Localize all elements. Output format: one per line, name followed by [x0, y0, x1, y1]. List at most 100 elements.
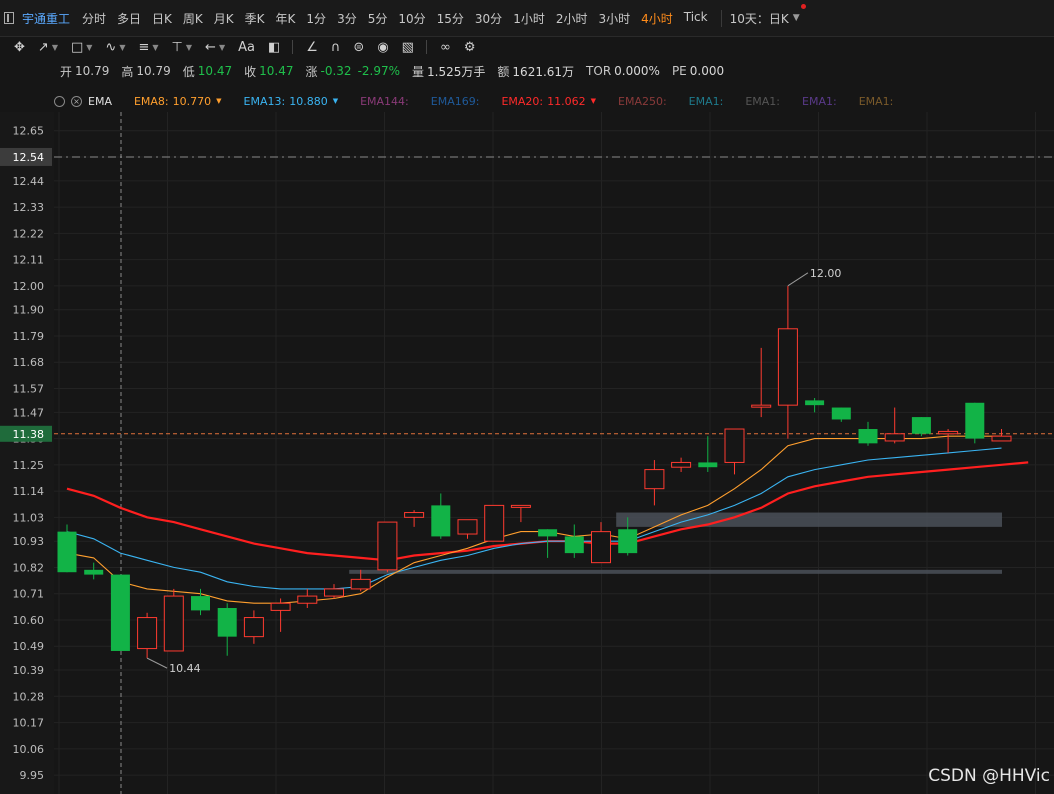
period-tab[interactable]: 15分	[437, 10, 464, 27]
period-tab[interactable]: 2小时	[556, 10, 588, 27]
period-tab[interactable]: 多日	[117, 10, 141, 27]
change-value: -0.32	[320, 64, 352, 78]
candle-body-up	[270, 602, 291, 611]
candle-body-down	[538, 529, 558, 537]
period-tab[interactable]: 1小时	[513, 10, 545, 27]
arrow-icon[interactable]: ← ▼	[205, 37, 225, 57]
candle-body-up	[324, 588, 344, 597]
open-value: 10.79	[75, 64, 110, 78]
period-tab[interactable]: 5分	[368, 10, 388, 27]
y-tick-label: 10.60	[13, 614, 45, 627]
candle-body-up	[510, 504, 531, 508]
candle-body-down	[564, 536, 584, 554]
y-tick-label: 11.79	[13, 330, 45, 343]
chevron-down-icon: ▼	[332, 97, 339, 105]
volume-value: 1.525万手	[427, 64, 486, 79]
low-value: 10.47	[197, 64, 233, 78]
ema-legend-item[interactable]: EMA1:	[689, 95, 724, 108]
period-tab[interactable]: 月K	[214, 10, 234, 27]
indicator-settings-icon[interactable]	[54, 95, 65, 107]
candle-body-up	[671, 461, 692, 468]
period-tab[interactable]: 日K	[152, 10, 172, 27]
period-tab[interactable]: 30分	[475, 10, 502, 27]
period-tab[interactable]: 10分	[398, 10, 425, 27]
high-value: 10.79	[136, 64, 171, 78]
toolbar-divider	[425, 40, 427, 54]
indicator-close-icon[interactable]: ×	[71, 95, 82, 107]
ema-legend-item[interactable]: EMA1:	[802, 95, 837, 108]
ema-label: EMA1:	[688, 94, 724, 108]
period-tab[interactable]: 3小时	[598, 10, 630, 27]
y-tick-label: 11.68	[13, 356, 45, 369]
stock-name[interactable]: 宇通重工	[22, 10, 70, 27]
ema-items: EMA8: 10.770 ▼ EMA13: 10.880 ▼ EMA144: EMA169…	[134, 95, 915, 108]
ema-legend-item[interactable]: EMA20: 11.062 ▼	[501, 95, 596, 108]
period-tab[interactable]: 季K	[245, 10, 265, 27]
ema-label: EMA1:	[745, 94, 781, 108]
ema-legend-item[interactable]: EMA169:	[431, 95, 480, 108]
ema-legend-item[interactable]: EMA144:	[360, 95, 409, 108]
pe-value: 0.000	[689, 64, 725, 78]
amount-label: 额	[497, 64, 510, 79]
link-icon[interactable]: ∞	[440, 37, 451, 57]
ema-legend-item[interactable]: EMA8: 10.770 ▼	[134, 95, 222, 108]
fib-icon[interactable]: ≡ ▼	[138, 37, 158, 57]
chevron-down-icon: ▼	[216, 97, 222, 105]
change-pct-value: -2.97%	[357, 64, 401, 78]
crosshair-price-label: 12.54	[13, 151, 45, 164]
rect-icon[interactable]: □ ▼	[71, 37, 92, 57]
candle-body-up	[884, 433, 905, 442]
candle-body-up	[991, 435, 1012, 442]
magnet-icon[interactable]: ∩	[331, 37, 341, 57]
price-chart[interactable]: 12.65 12.54 12.44 12.33 12.22 12.11 12.00 11.90…	[0, 112, 1054, 794]
period-tab[interactable]: Tick	[684, 10, 708, 27]
period-tab[interactable]: 4小时	[641, 10, 673, 27]
move-icon[interactable]: ✥	[14, 37, 25, 57]
ema-label: EMA250:	[618, 94, 667, 108]
text-icon[interactable]: Aa	[238, 37, 255, 57]
angle-icon[interactable]: ∠	[306, 37, 318, 57]
period-tab[interactable]: 3分	[337, 10, 357, 27]
close-label: 收	[244, 64, 257, 79]
drawing-toolbar: ✥ ↗ ▼ □ ▼ ∿ ▼ ≡ ▼ ⊤ ▼ ← ▼ Aa ◧ ∠ ∩ ⊜ ◉ ▧ ∞ ⚙	[0, 36, 1054, 58]
wave-icon[interactable]: ∿ ▼	[105, 37, 125, 57]
candle-body-down	[57, 531, 77, 573]
low-label: 低	[182, 64, 195, 79]
candle-body-down	[698, 462, 718, 468]
candle-body-up	[938, 430, 959, 435]
candle-body-down	[431, 505, 451, 537]
ema-value: 11.062	[547, 94, 586, 108]
y-tick-label: 10.93	[13, 535, 45, 548]
amount-value: 1621.61万	[512, 64, 575, 79]
note-icon[interactable]: ◧	[268, 37, 280, 57]
candle-body-up	[377, 521, 398, 571]
period-tab[interactable]: 年K	[276, 10, 296, 27]
ema-legend-item[interactable]: EMA1:	[745, 95, 780, 108]
price-annotation: 12.00	[810, 267, 842, 280]
y-tick-label: 10.28	[13, 690, 45, 703]
ema-label: EMA8:	[133, 94, 169, 108]
vertical-line-icon[interactable]: ⊤ ▼	[172, 37, 192, 57]
lock-icon[interactable]: ⊜	[353, 37, 364, 57]
ema-label: EMA1:	[802, 94, 837, 108]
candle-body-up	[137, 617, 158, 650]
y-tick-label: 9.95	[20, 769, 45, 782]
trend-line-icon[interactable]: ↗ ▼	[38, 37, 58, 57]
stock-list-icon[interactable]	[4, 12, 14, 24]
trash-icon[interactable]: ▧	[402, 37, 414, 57]
settings-icon[interactable]: ⚙	[464, 37, 476, 57]
close-value: 10.47	[259, 64, 294, 78]
eye-icon[interactable]: ◉	[377, 37, 388, 57]
range-selector[interactable]: 10天：日K ▼	[720, 3, 806, 27]
y-tick-label: 10.71	[13, 588, 45, 601]
period-tab[interactable]: 周K	[183, 10, 203, 27]
y-tick-label: 11.25	[13, 459, 45, 472]
indicator-name[interactable]: EMA	[88, 95, 112, 108]
ema-legend-item[interactable]: EMA250:	[618, 95, 667, 108]
period-tab[interactable]: 1分	[306, 10, 326, 27]
period-tab[interactable]: 分时	[82, 10, 106, 27]
candle-body-down	[110, 574, 130, 651]
ema-legend-item[interactable]: EMA13: 10.880 ▼	[244, 95, 339, 108]
candle-body-up	[243, 617, 264, 638]
ema-legend-item[interactable]: EMA1:	[859, 95, 894, 108]
